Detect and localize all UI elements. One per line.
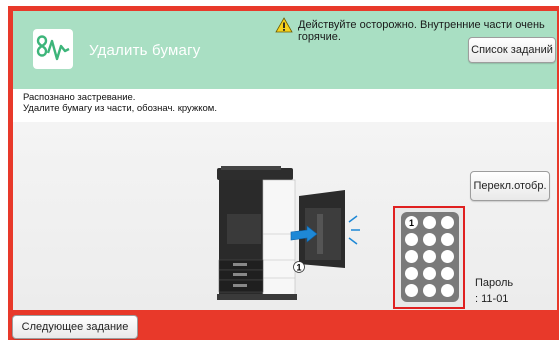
keypad-highlight: 1 xyxy=(393,206,465,309)
keypad-key-marked: 1 xyxy=(405,216,418,229)
keypad-key xyxy=(405,233,418,246)
message-line-1: Распознано застревание. xyxy=(23,92,136,103)
screen-frame: Удалить бумагу Действуйте осторожно. Вну… xyxy=(8,6,559,340)
numeric-keypad: 1 xyxy=(401,212,459,302)
warning-icon xyxy=(275,17,293,33)
printer-illustration: 1 xyxy=(217,166,360,300)
jam-guidance-panel: 1 Перекл.отобр. 1 Пароль: 11-01 xyxy=(13,122,557,310)
keypad-key xyxy=(423,250,436,263)
keypad-key xyxy=(441,284,454,297)
job-list-button[interactable]: Список заданий xyxy=(468,37,556,63)
next-job-button[interactable]: Следующее задание xyxy=(12,315,138,339)
header-bar: Удалить бумагу Действуйте осторожно. Вну… xyxy=(13,11,557,89)
jam-marker: 1 xyxy=(296,263,301,273)
password-label: Пароль xyxy=(475,277,514,289)
toggle-view-button[interactable]: Перекл.отобр. xyxy=(470,171,550,201)
page-title: Удалить бумагу xyxy=(89,42,201,59)
keypad-key xyxy=(405,250,418,263)
keypad-key xyxy=(441,216,454,229)
keypad-key xyxy=(441,250,454,263)
password-value: : 11-01 xyxy=(475,293,509,305)
keypad-key xyxy=(441,233,454,246)
keypad-key xyxy=(441,267,454,280)
keypad-key xyxy=(423,216,436,229)
keypad-key xyxy=(423,233,436,246)
keypad-key xyxy=(405,284,418,297)
keypad-key xyxy=(405,267,418,280)
message-line-2: Удалите бумагу из части, обознач. кружко… xyxy=(23,103,217,114)
keypad-key xyxy=(423,284,436,297)
jam-logo-icon xyxy=(33,29,73,69)
keypad-key xyxy=(423,267,436,280)
message-area: Распознано застревание. Удалите бумагу и… xyxy=(13,89,557,122)
